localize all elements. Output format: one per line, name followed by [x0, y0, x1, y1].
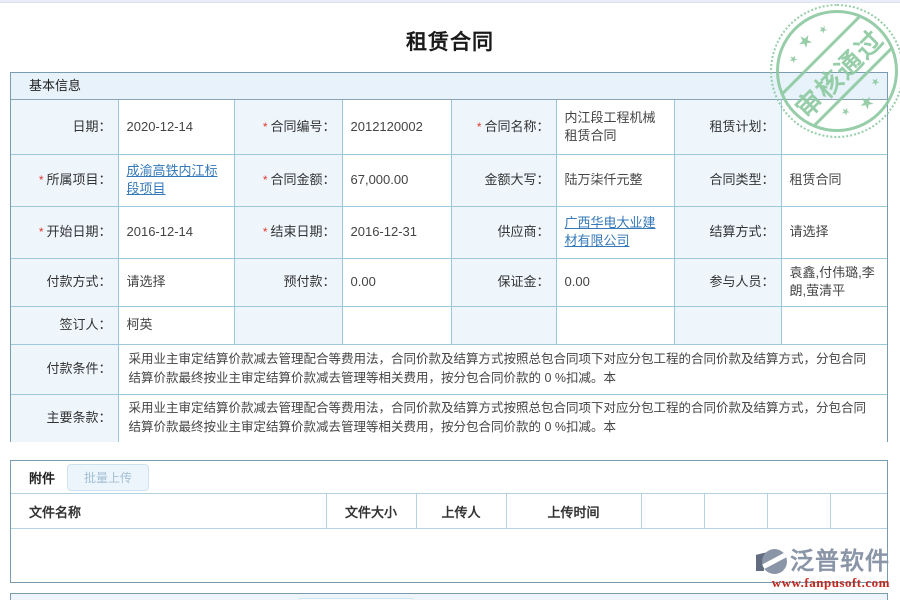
column-header-empty — [767, 494, 830, 529]
field-label: *开始日期： — [11, 206, 118, 258]
field-label: 签订人： — [11, 306, 118, 344]
top-strip — [0, 0, 900, 3]
table-row: 日期： 2020-12-14 *合同编号： 2012120002 *合同名称： … — [11, 100, 887, 154]
supplier-link[interactable]: 广西华电大业建材有限公司 — [565, 215, 656, 248]
column-header-empty — [704, 494, 767, 529]
table-row: 主要条款： 采用业主审定结算价款减去管理配合等费用法，合同价款及结算方式按照总包… — [11, 394, 887, 442]
field-label: 结算方式： — [674, 206, 781, 258]
column-header-empty — [641, 494, 704, 529]
required-marker: * — [477, 120, 482, 134]
column-header-filesize: 文件大小 — [326, 494, 416, 529]
field-value — [342, 306, 451, 344]
vendor-logo-icon — [762, 549, 787, 574]
field-value: 成渝高铁内江标段项目 — [118, 154, 234, 206]
vendor-watermark: 泛普软件 www.fanpusoft.com — [762, 549, 890, 591]
field-value: 67,000.00 — [342, 154, 451, 206]
required-marker: * — [39, 225, 44, 239]
column-header-filename: 文件名称 — [11, 494, 326, 529]
field-value — [781, 306, 887, 344]
field-value: 广西华电大业建材有限公司 — [556, 206, 674, 258]
field-label: 付款方式： — [11, 258, 118, 306]
payment-terms-value: 采用业主审定结算价款减去管理配合等费用法，合同价款及结算方式按照总包合同项下对应… — [118, 344, 887, 394]
field-value — [556, 306, 674, 344]
field-value: 2016-12-31 — [342, 206, 451, 258]
column-header-uploader: 上传人 — [416, 494, 506, 529]
field-label: *所属项目： — [11, 154, 118, 206]
basic-info-table: 日期： 2020-12-14 *合同编号： 2012120002 *合同名称： … — [11, 100, 887, 442]
field-label: 供应商： — [451, 206, 556, 258]
field-value: 2020-12-14 — [118, 100, 234, 154]
attachments-title: 附件 — [29, 468, 55, 487]
basic-info-section-title: 基本信息 — [11, 73, 887, 100]
vendor-name: 泛普软件 — [790, 550, 890, 574]
field-label — [234, 306, 342, 344]
field-label: *结束日期： — [234, 206, 342, 258]
field-label: *合同名称： — [451, 100, 556, 154]
field-label: 租赁计划： — [674, 100, 781, 154]
field-value: 2012120002 — [342, 100, 451, 154]
field-label: 保证金： — [451, 258, 556, 306]
field-label: *合同金额： — [234, 154, 342, 206]
field-value: 请选择 — [118, 258, 234, 306]
required-marker: * — [263, 120, 268, 134]
contract-detail-page: 租赁合同 基本信息 日期： 2020-12-14 *合同编号： 20121200… — [0, 0, 900, 600]
attachments-header: 附件 批量上传 — [11, 461, 887, 493]
vendor-url: www.fanpusoft.com — [762, 575, 890, 591]
field-label: 付款条件： — [11, 344, 118, 394]
column-header-empty — [830, 494, 887, 529]
field-label: 金额大写： — [451, 154, 556, 206]
batch-upload-button[interactable]: 批量上传 — [67, 464, 149, 491]
field-label: 参与人员： — [674, 258, 781, 306]
field-label — [451, 306, 556, 344]
required-marker: * — [39, 173, 44, 187]
main-terms-value: 采用业主审定结算价款减去管理配合等费用法，合同价款及结算方式按照总包合同项下对应… — [118, 394, 887, 442]
field-value: 柯英 — [118, 306, 234, 344]
page-title: 租赁合同 — [0, 26, 900, 56]
field-value: 租赁合同 — [781, 154, 887, 206]
field-value: 内江段工程机械租赁合同 — [556, 100, 674, 154]
basic-info-section: 基本信息 日期： 2020-12-14 *合同编号： 2012120002 *合… — [10, 72, 888, 442]
field-value: 陆万柒仟元整 — [556, 154, 674, 206]
column-header-uploadtime: 上传时间 — [506, 494, 641, 529]
field-value: 0.00 — [556, 258, 674, 306]
field-value: 请选择 — [781, 206, 887, 258]
table-row: 付款条件： 采用业主审定结算价款减去管理配合等费用法，合同价款及结算方式按照总包… — [11, 344, 887, 394]
next-section-partial — [10, 593, 888, 600]
project-link[interactable]: 成渝高铁内江标段项目 — [127, 163, 218, 196]
field-label: *合同编号： — [234, 100, 342, 154]
required-marker: * — [263, 225, 268, 239]
field-label: 主要条款： — [11, 394, 118, 442]
table-row: *所属项目： 成渝高铁内江标段项目 *合同金额： 67,000.00 金额大写：… — [11, 154, 887, 206]
field-label: 日期： — [11, 100, 118, 154]
required-marker: * — [263, 173, 268, 187]
field-value: 0.00 — [342, 258, 451, 306]
table-row: 付款方式： 请选择 预付款： 0.00 保证金： 0.00 参与人员： 袁鑫,付… — [11, 258, 887, 306]
field-label: 预付款： — [234, 258, 342, 306]
table-row: 签订人： 柯英 — [11, 306, 887, 344]
field-value: 袁鑫,付伟璐,李朗,萤清平 — [781, 258, 887, 306]
attachments-table: 文件名称 文件大小 上传人 上传时间 — [11, 493, 887, 529]
field-value — [781, 100, 887, 154]
field-label: 合同类型： — [674, 154, 781, 206]
table-row: *开始日期： 2016-12-14 *结束日期： 2016-12-31 供应商：… — [11, 206, 887, 258]
attachments-header-row: 文件名称 文件大小 上传人 上传时间 — [11, 494, 887, 529]
field-value: 2016-12-14 — [118, 206, 234, 258]
field-label — [674, 306, 781, 344]
